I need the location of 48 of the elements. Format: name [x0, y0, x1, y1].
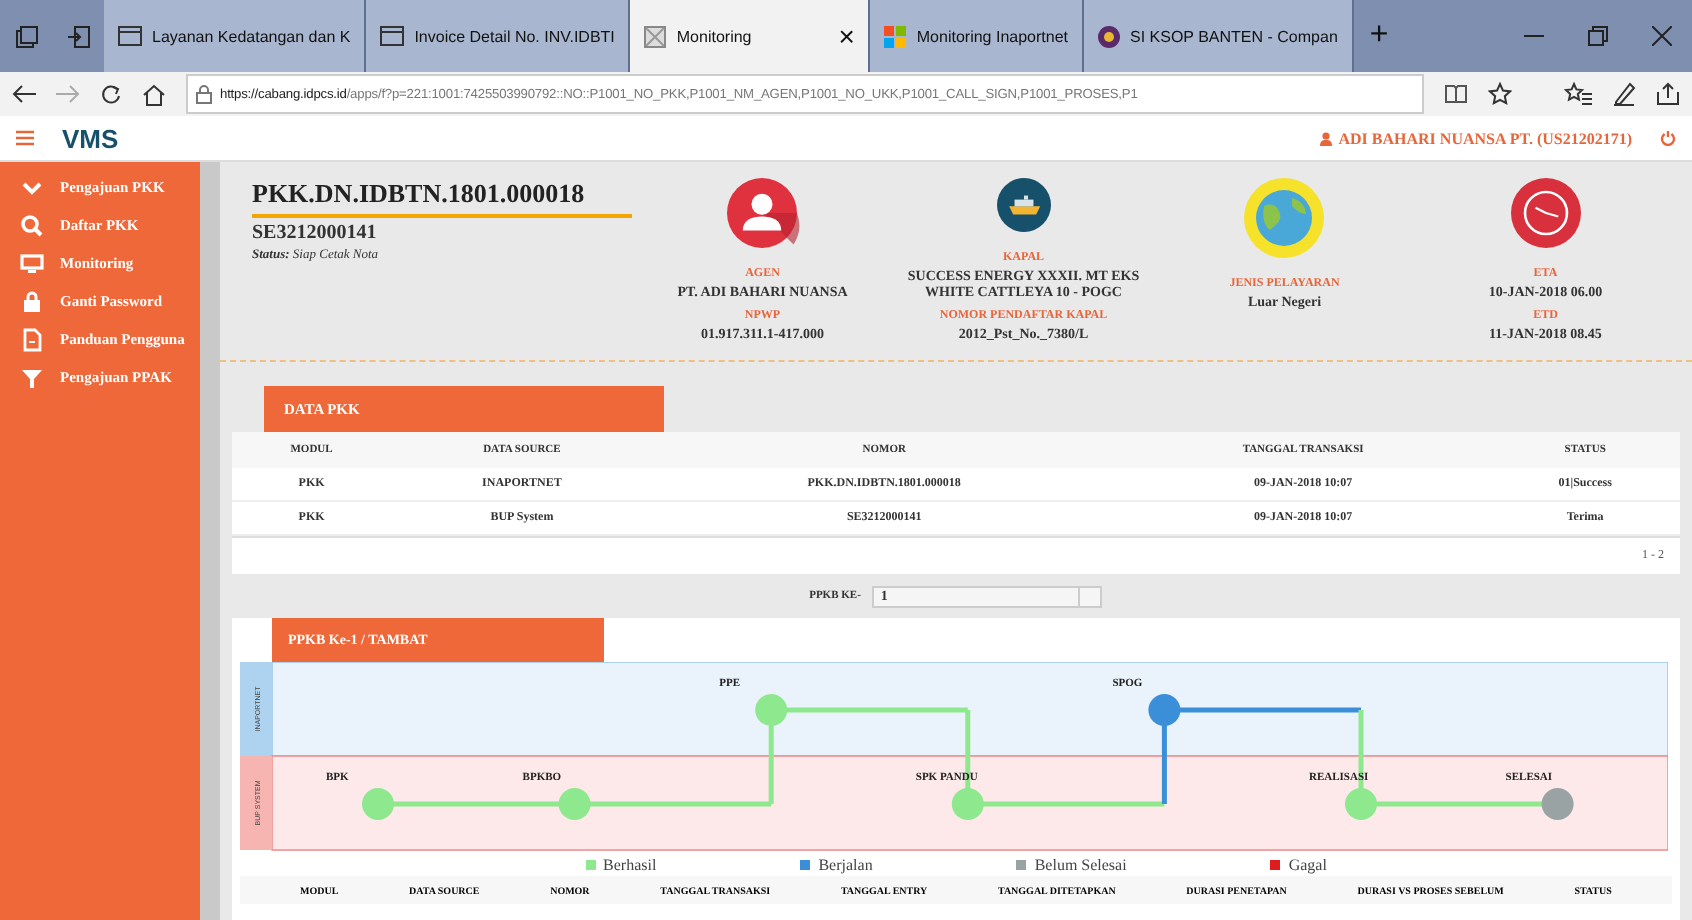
- filter-icon: [20, 365, 44, 389]
- clock-icon: [1505, 178, 1586, 248]
- back-icon[interactable]: [12, 84, 36, 104]
- document-icon: [20, 327, 44, 351]
- flow-node[interactable]: [1541, 788, 1574, 820]
- pen-icon[interactable]: [1612, 82, 1636, 106]
- browser-tab[interactable]: Monitoring ×: [630, 0, 871, 72]
- search-icon: [20, 213, 44, 237]
- browser-tab[interactable]: Monitoring Inaportnet: [870, 0, 1084, 72]
- app-logo[interactable]: VMS: [62, 123, 119, 153]
- emblem-icon: [1098, 25, 1120, 47]
- flow-node[interactable]: [1345, 788, 1377, 820]
- menu-icon[interactable]: [16, 130, 34, 146]
- refresh-icon[interactable]: [100, 83, 122, 105]
- monitor-icon: [20, 251, 44, 275]
- person-icon: [722, 178, 803, 248]
- page-icon: [644, 25, 667, 47]
- legend-label: Belum Selesai: [1034, 855, 1127, 873]
- scrollbar[interactable]: [200, 162, 220, 920]
- home-icon[interactable]: [142, 83, 166, 105]
- globe-icon: [1244, 178, 1325, 258]
- favorites-icon[interactable]: [1564, 82, 1592, 106]
- flow-node[interactable]: [755, 694, 788, 726]
- lock-icon: [196, 84, 212, 104]
- reading-view-icon[interactable]: [1444, 84, 1468, 104]
- legend-label: Gagal: [1288, 855, 1327, 873]
- share-icon[interactable]: [1656, 82, 1680, 106]
- flow-node[interactable]: [951, 788, 984, 820]
- page-icon: [380, 26, 405, 46]
- legend-label: Berjalan: [818, 855, 873, 873]
- browser-tab[interactable]: Layanan Kedatangan dan K: [104, 0, 367, 72]
- star-icon[interactable]: [1488, 82, 1512, 106]
- flow-node[interactable]: [362, 788, 394, 820]
- legend-label: Berhasil: [603, 855, 657, 873]
- browser-tab[interactable]: SI KSOP BANTEN - Compan: [1084, 0, 1354, 72]
- restore-icon[interactable]: [1588, 26, 1608, 46]
- lock-icon: [20, 289, 44, 313]
- record-title: PKK.DN.IDBTN.1801.000018: [252, 178, 632, 218]
- tiles-icon: [884, 25, 907, 47]
- page-icon: [118, 26, 142, 46]
- flow-node[interactable]: [1148, 694, 1181, 726]
- user-icon: [1320, 131, 1333, 145]
- flow-node[interactable]: [558, 788, 591, 820]
- power-icon[interactable]: [1660, 130, 1676, 146]
- record-subtitle: SE3212000141: [252, 222, 379, 244]
- new-tab-button[interactable]: +: [1353, 0, 1405, 72]
- browser-tab[interactable]: Invoice Detail No. INV.IDBTI: [366, 0, 631, 72]
- close-icon[interactable]: [1652, 26, 1672, 46]
